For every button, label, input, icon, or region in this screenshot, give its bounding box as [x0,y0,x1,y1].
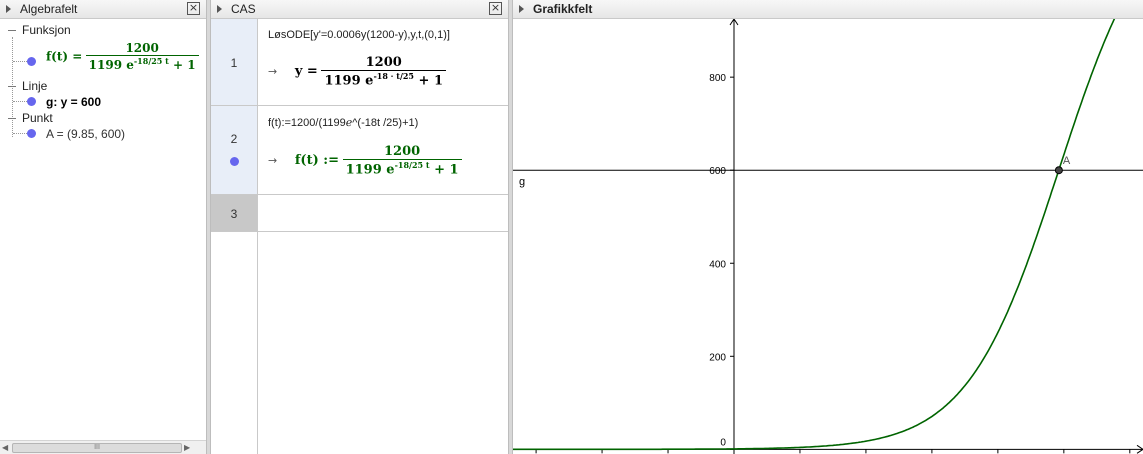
horizontal-scrollbar[interactable]: ◀ III ▶ [0,440,206,454]
cas-cell-2[interactable]: f(t):=1200/(1199ℯ^(-18t /25)+1) → f(t) :… [258,106,508,195]
scroll-left-icon[interactable]: ◀ [2,443,8,452]
algebra-title: Algebrafelt [20,2,78,16]
output-arrow-icon: → [268,65,278,79]
graphics-panel: Grafikkfelt -6-4-20246810120200400600800… [513,0,1143,454]
y-tick-label: 200 [709,352,726,363]
point-a-entry[interactable]: A = (9.85, 600) [46,127,125,141]
fraction-tail: + 1 [418,73,443,89]
point-a-label: A [1063,155,1071,167]
collapse-minus-icon[interactable] [8,117,16,120]
y-tick-label: 600 [709,166,726,177]
cas-cell-1[interactable]: LøsODE[y'=0.0006y(1200-y),y,t,(0,1)] → y… [258,19,508,106]
cas-row-number[interactable]: 3 [211,195,258,232]
fraction-denominator: 1199 e [324,73,374,89]
output-arrow-icon: → [268,154,278,168]
fraction-tail: + 1 [434,162,459,178]
algebra-tree: Funksjon f(t) = 1200 1199 e-18/25 t + 1 … [0,19,206,440]
collapse-minus-icon[interactable] [8,29,16,32]
cas-title: CAS [231,2,256,16]
scroll-thumb[interactable]: III [12,443,182,453]
tree-branch [13,101,27,102]
fraction-denominator: 1199 e [345,162,395,178]
output-fraction: 1200 1199 e-18 · t/25 + 1 [321,55,446,88]
output-lhs: f(t) := [294,153,339,169]
curve-f [513,19,1116,451]
line-g-label: g [519,176,525,188]
category-funksjon[interactable]: Funksjon [8,23,71,37]
category-punkt[interactable]: Punkt [8,111,53,125]
function-lhs: f(t) = [46,49,83,64]
fraction-exponent: -18 · t/25 [373,71,414,81]
tree-branch [13,133,27,134]
algebra-panel: Algebrafelt × Funksjon f(t) = 1200 1199 … [0,0,206,454]
graphics-title: Grafikkfelt [533,2,593,16]
cas-cell-3[interactable] [258,195,508,232]
output-lhs: y = [294,64,318,80]
y-tick-label: 400 [709,259,726,270]
cas-panel: CAS × 1 LøsODE[y'=0.0006y(1200-y),y,t,(0… [211,0,508,454]
function-f-entry[interactable]: f(t) = 1200 1199 e-18/25 t + 1 [46,41,199,72]
visibility-dot-icon[interactable] [230,157,239,166]
cas-output: → f(t) := 1200 1199 e-18/25 t + 1 [268,144,462,177]
visibility-dot-icon[interactable] [27,97,36,106]
visibility-dot-icon[interactable] [27,57,36,66]
close-icon[interactable]: × [187,2,200,15]
row-number-label: 1 [230,56,238,70]
line-g-entry[interactable]: g: y = 600 [46,95,101,109]
close-icon[interactable]: × [489,2,502,15]
collapse-minus-icon[interactable] [8,85,16,88]
collapse-triangle-icon[interactable] [217,5,222,13]
graphics-titlebar[interactable]: Grafikkfelt [513,0,1143,19]
cas-row-number[interactable]: 1 [211,19,258,106]
fraction-tail: + 1 [173,58,196,72]
scroll-right-icon[interactable]: ▶ [184,443,190,452]
fraction-exponent: -18/25 t [133,56,169,66]
cas-row-number[interactable]: 2 [211,106,258,195]
category-linje[interactable]: Linje [8,79,47,93]
visibility-dot-icon[interactable] [27,129,36,138]
fraction-denominator: 1199 e [88,58,134,72]
row-number-label: 3 [230,207,238,221]
collapse-triangle-icon[interactable] [519,5,524,13]
algebra-titlebar[interactable]: Algebrafelt × [0,0,206,19]
fraction-exponent: -18/25 t [394,160,430,170]
category-label: Linje [22,79,48,93]
collapse-triangle-icon[interactable] [6,5,11,13]
y-tick-label: 0 [720,437,726,448]
fraction-numerator: 1200 [383,144,421,159]
graphics-canvas[interactable]: -6-4-20246810120200400600800gfA [513,19,1143,454]
fraction-numerator: 1200 [365,55,402,70]
function-fraction: 1200 1199 e-18/25 t + 1 [85,41,199,72]
category-label: Funksjon [22,23,71,37]
row-number-label: 2 [230,132,238,146]
cas-titlebar[interactable]: CAS × [211,0,508,19]
cas-output: → y = 1200 1199 e-18 · t/25 + 1 [268,55,446,88]
point-a [1054,166,1063,175]
cas-input[interactable]: f(t):=1200/(1199ℯ^(-18t /25)+1) [268,116,418,129]
fraction-numerator: 1200 [125,41,159,55]
y-tick-label: 800 [709,73,726,84]
cas-input[interactable]: LøsODE[y'=0.0006y(1200-y),y,t,(0,1)] [268,29,450,41]
category-label: Punkt [22,111,53,125]
cas-rows: 1 LøsODE[y'=0.0006y(1200-y),y,t,(0,1)] →… [211,19,508,454]
output-fraction: 1200 1199 e-18/25 t + 1 [342,144,462,178]
tree-branch [13,61,27,62]
row-number-gutter [211,232,258,454]
